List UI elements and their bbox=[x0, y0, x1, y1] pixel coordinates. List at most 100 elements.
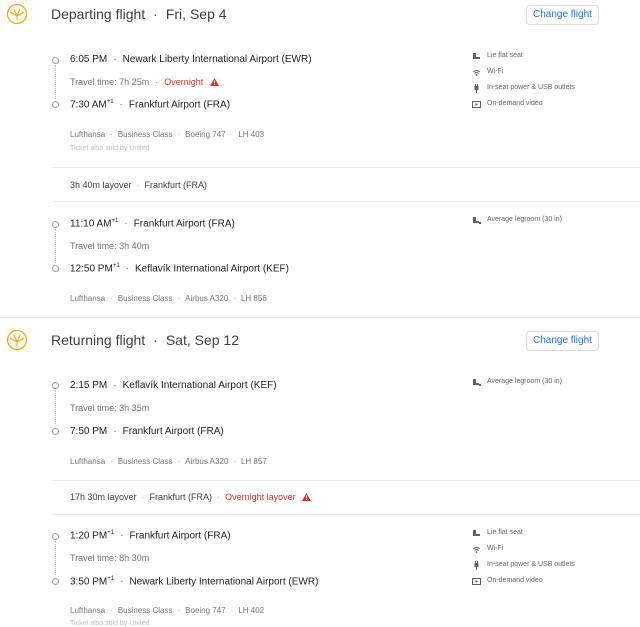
leg-arrival: 7:30 AM+1 · Frankfurt Airport (FRA) bbox=[70, 99, 231, 111]
flight-number: LH 403 bbox=[238, 130, 265, 139]
returning-header: Returning flight · Sat, Sep 12 bbox=[51, 332, 240, 348]
arrive-circle bbox=[52, 265, 59, 272]
legroom-icon bbox=[473, 379, 481, 386]
section-divider bbox=[0, 317, 640, 318]
amenity-legroom: Average legroom (30 in) bbox=[487, 216, 562, 223]
flight-number: LH 856 bbox=[240, 294, 267, 303]
divider bbox=[52, 480, 640, 481]
leg-departure: 6:05 PM · Newark Liberty International Air… bbox=[70, 54, 312, 65]
leg-departure: 11:10 AM+1 · Frankfurt Airport (FRA) bbox=[70, 218, 235, 230]
overnight-label: Overnight bbox=[164, 77, 204, 87]
flight-details: Lufthansa · Business Class · Airbus A320 · LH … bbox=[70, 294, 267, 303]
depart-time: 2:15 PM bbox=[70, 380, 108, 391]
change-returning-flight-button[interactable]: Change flight bbox=[526, 331, 599, 351]
travel-time: Travel time: 3h 35m bbox=[70, 403, 150, 413]
plus-day: +1 bbox=[106, 99, 114, 105]
arrive-time: 3:50 PM bbox=[70, 576, 108, 588]
cabin-class: Business Class bbox=[117, 457, 173, 466]
aircraft: Boeing 747 bbox=[185, 606, 226, 615]
cabin-class: Business Class bbox=[117, 294, 173, 303]
depart-airport: Newark Liberty International Airport (EW… bbox=[122, 54, 312, 65]
amenity-video: On-demand video bbox=[487, 577, 543, 584]
wifi-icon bbox=[472, 70, 481, 76]
leg-arrival: 12:50 PM+1 · Keflavík International Airpor… bbox=[70, 263, 289, 275]
arrive-circle bbox=[52, 428, 59, 435]
sold-by-note: Ticket also sold by United bbox=[70, 145, 150, 152]
layover-info: 17h 30m layover · Frankfurt (FRA) · Overnigh… bbox=[70, 492, 312, 502]
cabin-class: Business Class bbox=[117, 606, 173, 615]
warning-icon bbox=[302, 493, 312, 501]
aircraft: Airbus A320 bbox=[185, 294, 229, 303]
timeline-dots bbox=[55, 229, 56, 263]
change-departing-flight-button[interactable]: Change flight bbox=[526, 5, 599, 25]
seat-icon bbox=[473, 53, 480, 59]
arrive-airport: Frankfurt Airport (FRA) bbox=[128, 99, 231, 111]
seat-icon bbox=[473, 530, 480, 536]
depart-circle bbox=[52, 533, 59, 540]
flight-details: Lufthansa · Business Class · Airbus A320 · LH … bbox=[70, 457, 267, 466]
depart-airport: Frankfurt Airport (FRA) bbox=[129, 530, 231, 542]
depart-airport: Keflavík International Airport (KEF) bbox=[122, 380, 277, 391]
departing-title: Departing flight bbox=[51, 6, 146, 22]
flight-details: Lufthansa · Business Class · Boeing 747 · LH 4… bbox=[70, 606, 265, 615]
aircraft: Airbus A320 bbox=[185, 457, 229, 466]
power-plug-icon bbox=[474, 561, 479, 570]
divider bbox=[52, 201, 640, 202]
lufthansa-logo-icon bbox=[6, 329, 28, 351]
plus-day: +1 bbox=[107, 576, 115, 582]
timeline-dots bbox=[55, 541, 56, 575]
plus-day: +1 bbox=[111, 218, 119, 224]
departing-header: Departing flight · Fri, Sep 4 bbox=[51, 6, 227, 22]
arrive-airport: Newark Liberty International Airport (EW… bbox=[129, 576, 319, 588]
arrive-circle bbox=[52, 101, 59, 108]
arrive-circle bbox=[52, 578, 59, 585]
amenity-lie-flat: Lie flat seat bbox=[487, 529, 523, 536]
plus-day: +1 bbox=[112, 263, 120, 269]
depart-time: 6:05 PM bbox=[70, 54, 108, 65]
arrive-time: 7:30 AM bbox=[70, 99, 107, 111]
timeline-dots bbox=[55, 65, 56, 99]
departing-date: Fri, Sep 4 bbox=[165, 6, 227, 22]
travel-time: Travel time: 7h 25m bbox=[70, 77, 150, 87]
arrive-airport: Frankfurt Airport (FRA) bbox=[122, 426, 224, 437]
amenity-wifi: Wi-Fi bbox=[487, 545, 504, 552]
airline: Lufthansa bbox=[70, 294, 106, 303]
airline: Lufthansa bbox=[70, 606, 106, 615]
depart-time: 1:20 PM bbox=[70, 530, 108, 542]
video-icon bbox=[472, 101, 481, 108]
layover-duration: 17h 30m layover bbox=[70, 492, 137, 502]
arrive-airport: Keflavík International Airport (KEF) bbox=[135, 263, 289, 275]
travel-time-row: Travel time: 7h 25m · Overnight bbox=[70, 77, 219, 87]
leg-departure: 2:15 PM · Keflavík International Airport (… bbox=[70, 380, 277, 391]
amenity-power: In-seat power & USB outlets bbox=[487, 84, 575, 91]
power-plug-icon bbox=[474, 84, 479, 93]
timeline-dots bbox=[55, 390, 56, 424]
flight-number: LH 857 bbox=[240, 457, 267, 466]
arrive-time: 7:50 PM bbox=[70, 426, 108, 437]
flight-number: LH 402 bbox=[238, 606, 265, 615]
layover-city: Frankfurt (FRA) bbox=[149, 492, 213, 502]
depart-circle bbox=[52, 57, 59, 64]
leg-arrival: 3:50 PM+1 · Newark Liberty International A… bbox=[70, 576, 319, 588]
airline: Lufthansa bbox=[70, 457, 106, 466]
layover-duration: 3h 40m layover bbox=[70, 180, 132, 190]
amenity-lie-flat: Lie flat seat bbox=[487, 52, 523, 59]
amenity-wifi: Wi-Fi bbox=[487, 68, 504, 75]
leg-departure: 1:20 PM+1 · Frankfurt Airport (FRA) bbox=[70, 530, 231, 542]
arrive-time: 12:50 PM bbox=[70, 263, 113, 275]
divider bbox=[52, 514, 640, 515]
amenity-legroom: Average legroom (30 in) bbox=[487, 378, 562, 385]
layover-city: Frankfurt (FRA) bbox=[144, 180, 208, 190]
lufthansa-logo-icon bbox=[6, 3, 28, 25]
wifi-icon bbox=[472, 547, 481, 553]
depart-circle bbox=[52, 221, 59, 228]
layover-info: 3h 40m layover · Frankfurt (FRA) bbox=[70, 180, 208, 190]
divider bbox=[52, 167, 640, 168]
airline: Lufthansa bbox=[70, 130, 106, 139]
returning-title: Returning flight bbox=[51, 332, 146, 348]
returning-date: Sat, Sep 12 bbox=[165, 332, 240, 348]
depart-circle bbox=[52, 382, 59, 389]
travel-time: Travel time: 8h 30m bbox=[70, 553, 150, 563]
leg-arrival: 7:50 PM · Frankfurt Airport (FRA) bbox=[70, 426, 224, 437]
cabin-class: Business Class bbox=[117, 130, 173, 139]
